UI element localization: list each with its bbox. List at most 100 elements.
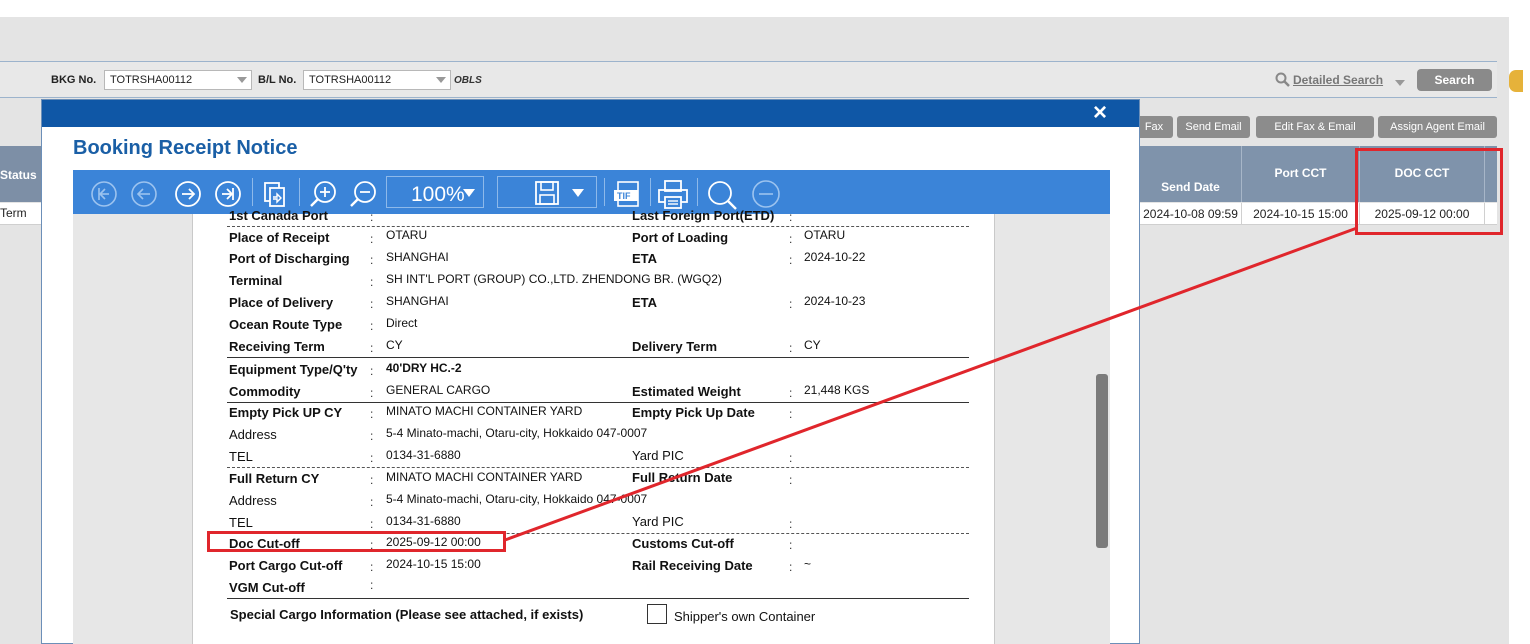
search-icon: [1275, 72, 1290, 87]
port-cargo-cutoff-label: Port Cargo Cut-off: [229, 558, 343, 573]
column-header-send-date[interactable]: Send Date: [1140, 146, 1242, 202]
address-label: Address: [229, 427, 277, 442]
full-return-cy-value: MINATO MACHI CONTAINER YARD: [386, 470, 583, 484]
bl-no-value: TOTRSHA00112: [309, 74, 392, 86]
detailed-search-link[interactable]: Detailed Search: [1275, 72, 1383, 87]
place-of-receipt-label: Place of Receipt: [229, 230, 330, 245]
assign-agent-email-button[interactable]: Assign Agent Email: [1378, 116, 1497, 138]
empty-pickup-date-label: Empty Pick Up Date: [632, 405, 755, 420]
estimated-weight-label: Estimated Weight: [632, 384, 741, 399]
delivery-term-value: CY: [804, 338, 821, 352]
colon: :: [370, 451, 374, 465]
colon: :: [370, 364, 374, 378]
yard-pic-label: Yard PIC: [632, 514, 684, 529]
scrollbar-thumb[interactable]: [1096, 374, 1108, 548]
empty-pickup-cy-label: Empty Pick UP CY: [229, 405, 343, 420]
colon: :: [789, 517, 793, 531]
place-of-delivery-label: Place of Delivery: [229, 295, 334, 310]
save-dropdown[interactable]: [497, 176, 597, 208]
colon: :: [370, 297, 374, 311]
search-bar: BKG No. TOTRSHA00112 B/L No. TOTRSHA0011…: [0, 61, 1523, 98]
port-cargo-cutoff-value: 2024-10-15 15:00: [386, 557, 481, 571]
eta-value: 2024-10-23: [804, 294, 866, 308]
close-icon[interactable]: ×: [1088, 101, 1112, 125]
colon: :: [370, 473, 374, 487]
document-viewer[interactable]: 1st Canada Port : Last Foreign Port(ETD)…: [73, 208, 1110, 644]
zoom-value: 100%: [411, 183, 465, 206]
zoom-in-icon[interactable]: [309, 180, 339, 210]
bl-no-combo[interactable]: TOTRSHA00112: [303, 70, 451, 90]
zoom-select[interactable]: 100%: [386, 176, 484, 208]
export-icon[interactable]: [260, 180, 288, 208]
colon: :: [370, 560, 374, 574]
cell-port-cct: 2024-10-15 15:00: [1242, 203, 1360, 225]
tel-label: TEL: [229, 515, 253, 530]
send-email-button[interactable]: Send Email: [1177, 116, 1250, 138]
port-of-loading-label: Port of Loading: [632, 230, 729, 245]
ocean-route-type-value: Direct: [386, 316, 418, 330]
cell-send-date: 2024-10-08 09:59: [1140, 203, 1242, 225]
colon: :: [789, 560, 793, 574]
toolbar-separator: [650, 178, 651, 206]
next-page-icon[interactable]: [174, 180, 202, 208]
zoom-out-icon[interactable]: [349, 180, 379, 210]
colon: :: [370, 319, 374, 333]
tel-label: TEL: [229, 449, 253, 464]
toolbar-separator: [697, 178, 698, 206]
remove-icon[interactable]: [751, 180, 781, 210]
edit-fax-email-button[interactable]: Edit Fax & Email: [1256, 116, 1374, 138]
address-value: 5-4 Minato-machi, Otaru-city, Hokkaido 0…: [386, 492, 648, 506]
colon: :: [370, 253, 374, 267]
colon: :: [370, 275, 374, 289]
colon: :: [370, 429, 374, 443]
status-column-header[interactable]: Status: [0, 146, 41, 202]
shippers-own-container-checkbox[interactable]: [647, 604, 667, 624]
full-return-cy-label: Full Return CY: [229, 471, 320, 486]
shippers-own-container-label: Shipper's own Container: [674, 609, 816, 624]
colon: :: [789, 386, 793, 400]
address-label: Address: [229, 493, 277, 508]
prev-page-icon[interactable]: [130, 180, 158, 208]
first-page-icon[interactable]: [90, 180, 118, 208]
divider: [227, 357, 969, 358]
customs-cutoff-label: Customs Cut-off: [632, 536, 734, 551]
colon: :: [370, 232, 374, 246]
bkg-no-label: BKG No.: [51, 74, 97, 86]
column-header-port-cct[interactable]: Port CCT: [1242, 146, 1360, 202]
fax-button[interactable]: Fax: [1135, 116, 1173, 138]
colon: :: [370, 517, 374, 531]
print-icon[interactable]: [657, 180, 689, 210]
detailed-search-label: Detailed Search: [1293, 73, 1384, 87]
eta-label: ETA: [632, 251, 658, 266]
yard-pic-label: Yard PIC: [632, 448, 684, 463]
eta-value: 2024-10-22: [804, 250, 866, 264]
colon: :: [370, 578, 374, 592]
colon: :: [789, 407, 793, 421]
first-canada-port-label: 1st Canada Port: [229, 208, 328, 223]
equipment-value: 40'DRY HC.-2: [386, 361, 462, 375]
terminal-value: SH INT'L PORT (GROUP) CO.,LTD. ZHENDONG …: [386, 272, 722, 286]
equipment-label: Equipment Type/Q'ty: [229, 362, 358, 377]
bkg-no-combo[interactable]: TOTRSHA00112: [104, 70, 252, 90]
tel-value: 0134-31-6880: [386, 514, 461, 528]
tif-icon[interactable]: TIF: [612, 180, 644, 208]
receiving-term-label: Receiving Term: [229, 339, 325, 354]
colon: :: [789, 297, 793, 311]
search-button[interactable]: Search: [1417, 69, 1492, 91]
vgm-cutoff-label: VGM Cut-off: [229, 580, 305, 595]
last-page-icon[interactable]: [214, 180, 242, 208]
divider: [227, 226, 969, 227]
rail-receiving-date-label: Rail Receiving Date: [632, 558, 753, 573]
highlight-box-doc-cct: [1355, 148, 1503, 235]
port-of-loading-value: OTARU: [804, 228, 846, 242]
divider: [227, 467, 969, 468]
bkg-no-value: TOTRSHA00112: [110, 74, 193, 86]
chevron-down-icon: [572, 189, 584, 197]
special-cargo-label: Special Cargo Information (Please see at…: [230, 607, 584, 622]
chevron-down-icon[interactable]: [1395, 80, 1405, 86]
tel-value: 0134-31-6880: [386, 448, 461, 462]
bl-type-tag: OBLS: [454, 75, 482, 86]
toolbar-separator: [299, 178, 300, 206]
modal-title-bar: ×: [42, 100, 1139, 127]
terminal-label: Terminal: [229, 273, 283, 288]
